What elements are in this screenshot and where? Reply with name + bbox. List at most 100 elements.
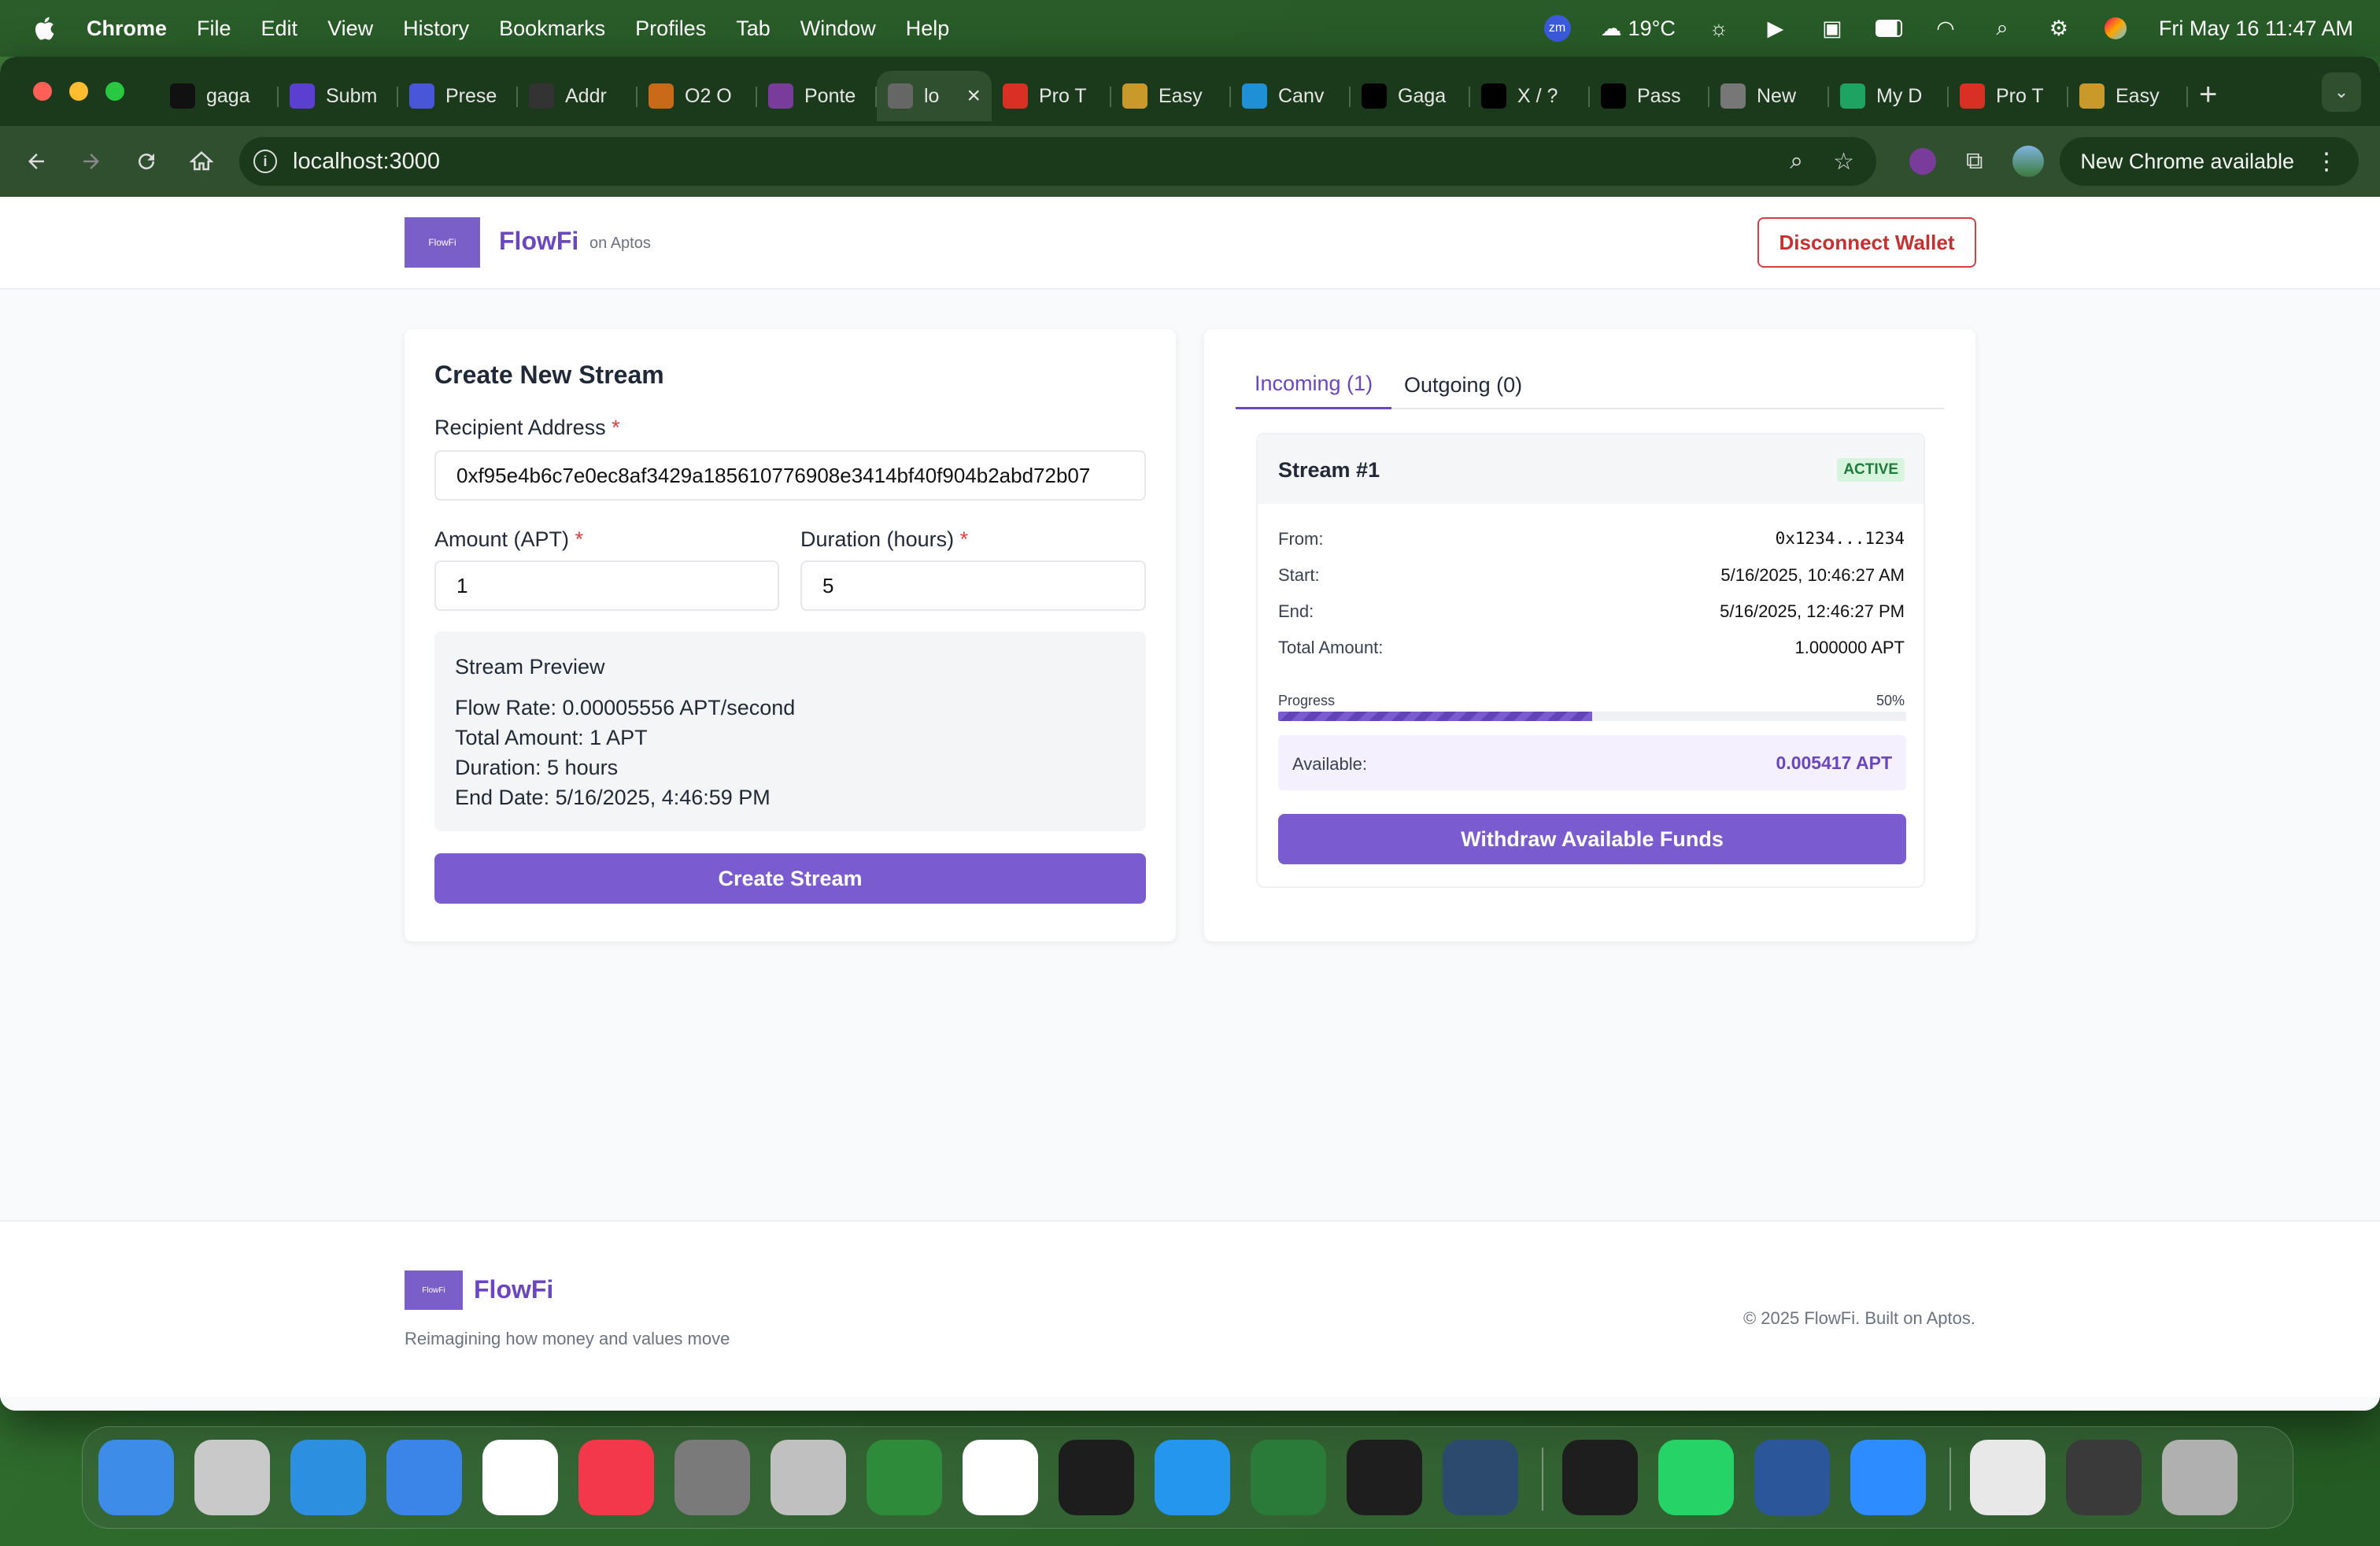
basketball-icon — [649, 83, 674, 109]
extensions-puzzle-icon[interactable]: ⧉ — [1966, 148, 1983, 175]
zoom-window-button[interactable] — [105, 82, 124, 101]
browser-tab[interactable]: Ponte — [757, 71, 877, 121]
menu-bookmarks[interactable]: Bookmarks — [499, 17, 605, 41]
brand-name[interactable]: FlowFi — [499, 227, 578, 256]
zoom-icon[interactable] — [1850, 1440, 1926, 1515]
mail-icon[interactable] — [386, 1440, 462, 1515]
close-window-button[interactable] — [33, 82, 52, 101]
trash-icon[interactable] — [2162, 1440, 2238, 1515]
menu-edit[interactable]: Edit — [261, 17, 298, 41]
zoom-magnifier-icon[interactable]: ⌕ — [1790, 148, 1803, 176]
sunrise-icon[interactable]: ☼ — [1706, 15, 1732, 42]
pontem-icon — [768, 83, 793, 109]
browser-tab[interactable]: Pass — [1590, 71, 1709, 121]
preview-total-amount: Total Amount: 1 APT — [455, 726, 648, 749]
battery-icon[interactable] — [1875, 15, 1902, 42]
pontem-extension-icon[interactable] — [1909, 148, 1936, 175]
duration-input[interactable]: 5 — [800, 560, 1146, 611]
finder-icon[interactable] — [98, 1440, 174, 1515]
menu-view[interactable]: View — [327, 17, 373, 41]
footer-logo[interactable]: FlowFi — [405, 1270, 463, 1310]
browser-tab[interactable]: gaga — [159, 71, 279, 121]
minimize-window-button[interactable] — [69, 82, 88, 101]
browser-tab[interactable]: New — [1709, 71, 1829, 121]
word-icon[interactable] — [1754, 1440, 1830, 1515]
zoom-status-icon[interactable]: zm — [1543, 15, 1571, 42]
browser-toolbar: i localhost:3000 ⌕ ☆ ⧉ New Chrome availa… — [0, 126, 2380, 197]
play-icon[interactable]: ▶ — [1762, 15, 1789, 42]
dock-separator — [1949, 1448, 1951, 1511]
terminal-icon[interactable] — [1562, 1440, 1638, 1515]
weather-widget[interactable]: ☁ 19°C — [1601, 17, 1676, 41]
browser-tab[interactable]: Pro T — [1949, 71, 2068, 121]
menu-clock[interactable]: Fri May 16 11:47 AM — [2159, 17, 2353, 41]
recipient-address-input[interactable]: 0xf95e4b6c7e0ec8af3429a185610776908e3414… — [434, 450, 1146, 501]
iphone-mirroring-icon[interactable] — [771, 1440, 846, 1515]
menu-profiles[interactable]: Profiles — [635, 17, 706, 41]
browser-tab[interactable]: Pro T — [992, 71, 1111, 121]
menu-tab[interactable]: Tab — [736, 17, 771, 41]
menu-history[interactable]: History — [403, 17, 469, 41]
browser-tab[interactable]: Gaga — [1351, 71, 1470, 121]
tab-incoming[interactable]: Incoming (1) — [1236, 361, 1392, 409]
mysql-workbench-icon[interactable] — [1443, 1440, 1518, 1515]
browser-tab-active[interactable]: lo × — [877, 71, 992, 121]
window-preview-icon[interactable] — [1970, 1440, 2046, 1515]
control-center-icon[interactable]: ⚙ — [2046, 15, 2072, 42]
url-text[interactable]: localhost:3000 — [293, 149, 440, 175]
tab-outgoing[interactable]: Outgoing (0) — [1385, 361, 1541, 409]
forward-button[interactable] — [72, 142, 110, 180]
spotlight-search-icon[interactable]: ⌕ — [1989, 15, 2016, 42]
person-icon — [2079, 83, 2105, 109]
siri-icon[interactable] — [2102, 15, 2129, 42]
browser-tab[interactable]: Easy — [1111, 71, 1231, 121]
back-button[interactable] — [17, 142, 55, 180]
address-bar[interactable]: i localhost:3000 ⌕ ☆ — [239, 137, 1876, 186]
tab-search-button[interactable]: ⌄ — [2322, 72, 2361, 112]
whatsapp-icon[interactable] — [1658, 1440, 1734, 1515]
browser-tab[interactable]: Addr — [518, 71, 638, 121]
footer-brand[interactable]: FlowFi — [474, 1275, 553, 1304]
browser-tab[interactable]: Easy — [2068, 71, 2188, 121]
wifi-icon[interactable]: ◠ — [1932, 15, 1959, 42]
start-label: Start: — [1278, 565, 1320, 585]
settings-icon[interactable] — [674, 1440, 750, 1515]
apple-icon[interactable] — [31, 14, 60, 43]
withdraw-button[interactable]: Withdraw Available Funds — [1278, 814, 1906, 864]
browser-tab[interactable]: Subm — [279, 71, 398, 121]
browser-tab[interactable]: My D — [1829, 71, 1949, 121]
circle-app-icon[interactable] — [867, 1440, 942, 1515]
menu-app-name[interactable]: Chrome — [87, 17, 167, 41]
menu-window[interactable]: Window — [800, 17, 876, 41]
music-icon[interactable] — [578, 1440, 654, 1515]
new-tab-button[interactable]: + — [2199, 77, 2217, 113]
vectorworks-icon[interactable] — [1251, 1440, 1326, 1515]
vscode-icon[interactable] — [963, 1440, 1038, 1515]
launchpad-icon[interactable] — [194, 1440, 270, 1515]
profile-avatar[interactable] — [2012, 146, 2045, 177]
flowfi-logo[interactable]: FlowFi — [405, 217, 480, 268]
home-button[interactable] — [183, 142, 220, 180]
docker-icon[interactable] — [1155, 1440, 1230, 1515]
browser-tab[interactable]: Canv — [1231, 71, 1351, 121]
chrome-update-button[interactable]: New Chrome available ⋮ — [2060, 137, 2360, 186]
safari-icon[interactable] — [290, 1440, 366, 1515]
browser-tab[interactable]: X / ? — [1470, 71, 1590, 121]
reload-button[interactable] — [128, 142, 165, 180]
pycharm-icon[interactable] — [1347, 1440, 1422, 1515]
menu-file[interactable]: File — [197, 17, 231, 41]
disconnect-wallet-button[interactable]: Disconnect Wallet — [1757, 217, 1976, 268]
create-stream-button[interactable]: Create Stream — [434, 853, 1146, 904]
close-tab-icon[interactable]: × — [966, 83, 981, 109]
display-icon[interactable]: ▣ — [1819, 15, 1846, 42]
menu-help[interactable]: Help — [906, 17, 950, 41]
browser-tab[interactable]: Prese — [398, 71, 518, 121]
amount-input[interactable]: 1 — [434, 560, 779, 611]
site-info-icon[interactable]: i — [253, 150, 277, 173]
browser-tab[interactable]: O2 O — [638, 71, 757, 121]
bookmark-star-icon[interactable]: ☆ — [1833, 148, 1854, 176]
required-mark: * — [612, 416, 620, 439]
ollama-icon[interactable] — [1059, 1440, 1134, 1515]
chrome-icon[interactable] — [482, 1440, 558, 1515]
window-preview-icon[interactable] — [2066, 1440, 2142, 1515]
